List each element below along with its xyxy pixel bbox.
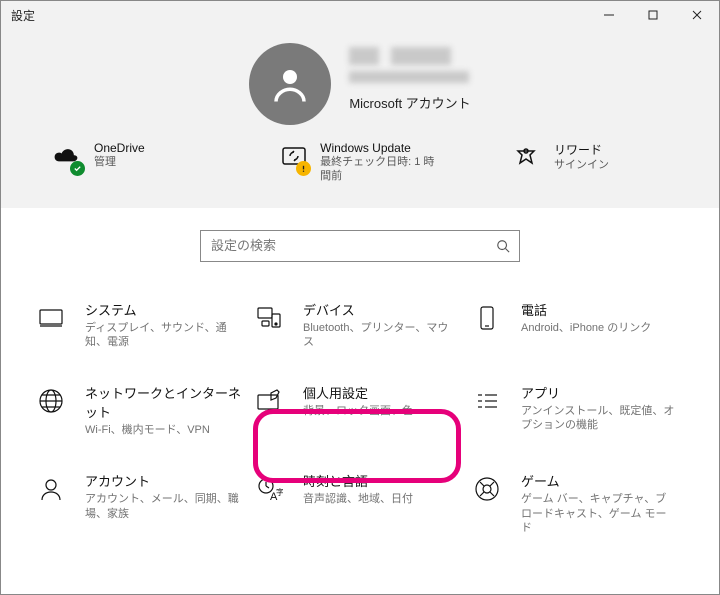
avatar bbox=[249, 43, 331, 125]
cat-sub: ディスプレイ、サウンド、通知、電源 bbox=[85, 321, 241, 350]
stats-row: OneDrive 管理 Windows Update 最終チェック日時: 1 時… bbox=[31, 141, 689, 184]
cat-sub: アカウント、メール、同期、職場、家族 bbox=[85, 492, 241, 521]
cat-sub: 音声認識、地域、日付 bbox=[303, 492, 413, 506]
cat-title: 電話 bbox=[521, 300, 651, 319]
account-row[interactable]: Microsoft アカウント bbox=[31, 43, 689, 125]
cat-title: デバイス bbox=[303, 300, 459, 319]
maximize-button[interactable] bbox=[631, 1, 675, 29]
cat-sub: アンインストール、既定値、オプションの機能 bbox=[521, 404, 677, 433]
check-badge-icon bbox=[70, 161, 85, 176]
update-icon bbox=[280, 141, 308, 173]
category-personalization[interactable]: 個人用設定 背景、ロック画面、色 bbox=[251, 383, 469, 437]
account-type: Microsoft アカウント bbox=[349, 93, 470, 112]
apps-icon bbox=[469, 383, 505, 419]
personalization-icon bbox=[251, 383, 287, 419]
search-button[interactable] bbox=[487, 231, 519, 261]
devices-icon bbox=[251, 300, 287, 336]
phone-icon bbox=[469, 300, 505, 336]
cat-title: アカウント bbox=[85, 471, 241, 490]
person-icon bbox=[269, 63, 311, 105]
search-icon bbox=[496, 239, 510, 253]
rewards-icon bbox=[510, 141, 542, 173]
cat-title: 個人用設定 bbox=[303, 383, 413, 402]
window-title: 設定 bbox=[11, 7, 35, 24]
account-text: Microsoft アカウント bbox=[349, 43, 470, 112]
gaming-icon bbox=[469, 471, 505, 507]
cat-title: 時刻と言語 bbox=[303, 471, 413, 490]
minimize-button[interactable] bbox=[587, 1, 631, 29]
alert-badge-icon bbox=[296, 161, 311, 176]
stat-rewards[interactable]: リワード サインイン bbox=[510, 141, 670, 184]
search-wrap bbox=[1, 208, 719, 272]
category-time[interactable]: A字 時刻と言語 音声認識、地域、日付 bbox=[251, 471, 469, 535]
stat-title: Windows Update bbox=[320, 141, 440, 155]
svg-text:字: 字 bbox=[276, 487, 283, 497]
cat-sub: Bluetooth、プリンター、マウス bbox=[303, 321, 459, 350]
category-phone[interactable]: 電話 Android、iPhone のリンク bbox=[469, 300, 687, 350]
stat-sub: サインイン bbox=[554, 158, 609, 172]
time-language-icon: A字 bbox=[251, 471, 287, 507]
cat-sub: ゲーム バー、キャプチャ、ブロードキャスト、ゲーム モード bbox=[521, 492, 677, 535]
close-button[interactable] bbox=[675, 1, 719, 29]
stat-sub: 管理 bbox=[94, 155, 145, 169]
stat-sub: 最終チェック日時: 1 時間前 bbox=[320, 155, 440, 184]
cat-title: アプリ bbox=[521, 383, 677, 402]
system-icon bbox=[33, 300, 69, 336]
network-icon bbox=[33, 383, 69, 419]
category-accounts[interactable]: アカウント アカウント、メール、同期、職場、家族 bbox=[33, 471, 251, 535]
category-apps[interactable]: アプリ アンインストール、既定値、オプションの機能 bbox=[469, 383, 687, 437]
account-name-obscured bbox=[349, 47, 470, 71]
accounts-icon bbox=[33, 471, 69, 507]
header-panel: Microsoft アカウント OneDrive 管理 Windows Upda… bbox=[1, 29, 719, 208]
cat-title: システム bbox=[85, 300, 241, 319]
category-network[interactable]: ネットワークとインターネット Wi-Fi、機内モード、VPN bbox=[33, 383, 251, 437]
titlebar: 設定 bbox=[1, 1, 719, 29]
stat-windows-update[interactable]: Windows Update 最終チェック日時: 1 時間前 bbox=[280, 141, 440, 184]
search-input[interactable] bbox=[201, 238, 487, 253]
categories-grid: システム ディスプレイ、サウンド、通知、電源 デバイス Bluetooth、プリ… bbox=[1, 272, 719, 536]
search-box[interactable] bbox=[200, 230, 520, 262]
category-devices[interactable]: デバイス Bluetooth、プリンター、マウス bbox=[251, 300, 469, 350]
cat-sub: 背景、ロック画面、色 bbox=[303, 404, 413, 418]
stat-title: OneDrive bbox=[94, 141, 145, 155]
stat-onedrive[interactable]: OneDrive 管理 bbox=[50, 141, 210, 184]
cat-sub: Android、iPhone のリンク bbox=[521, 321, 651, 335]
cat-sub: Wi-Fi、機内モード、VPN bbox=[85, 423, 241, 437]
stat-title: リワード bbox=[554, 141, 609, 158]
onedrive-icon bbox=[50, 141, 82, 173]
cat-title: ゲーム bbox=[521, 471, 677, 490]
category-system[interactable]: システム ディスプレイ、サウンド、通知、電源 bbox=[33, 300, 251, 350]
cat-title: ネットワークとインターネット bbox=[85, 383, 241, 421]
account-email-obscured bbox=[349, 71, 470, 89]
category-gaming[interactable]: ゲーム ゲーム バー、キャプチャ、ブロードキャスト、ゲーム モード bbox=[469, 471, 687, 535]
